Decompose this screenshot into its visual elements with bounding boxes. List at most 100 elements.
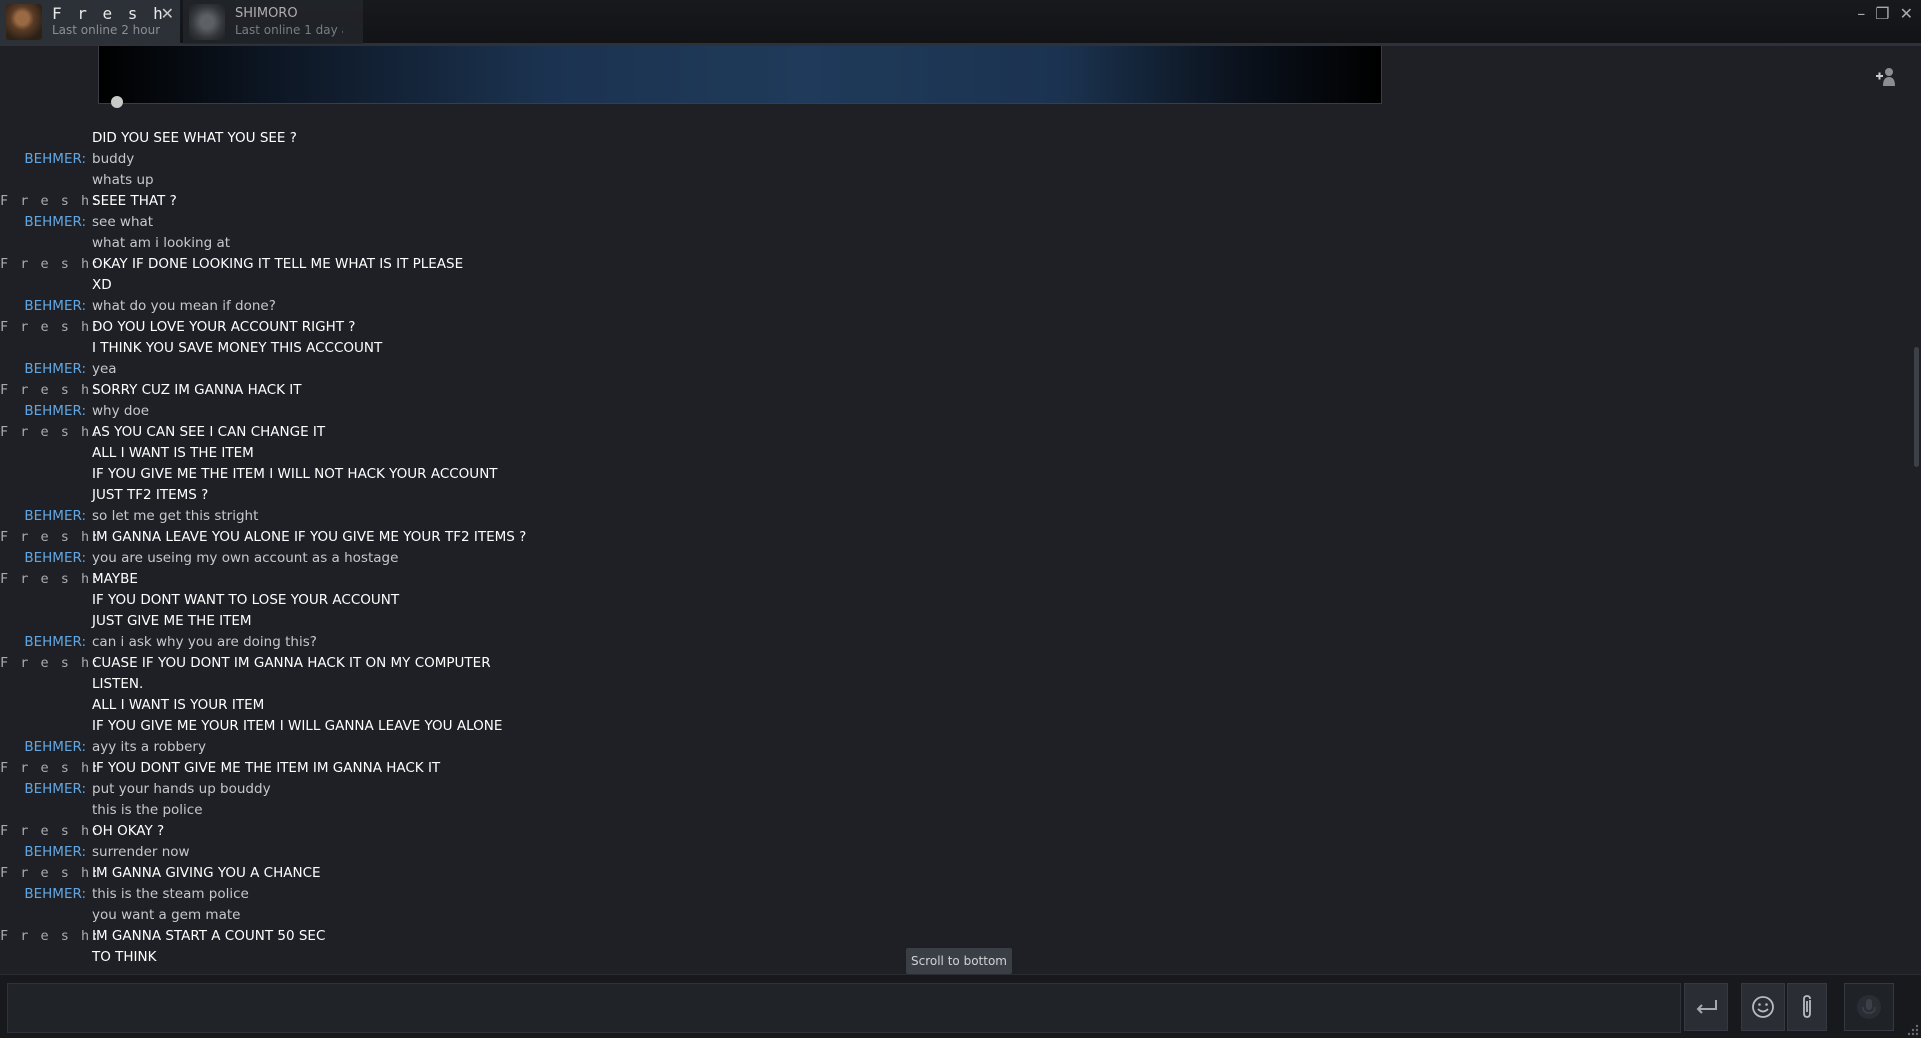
close-tab-icon[interactable]: ✕ <box>161 4 174 23</box>
chat-message: JUST TF2 ITEMS ? <box>0 484 1500 505</box>
voice-chat-button[interactable] <box>1844 983 1894 1031</box>
message-input[interactable] <box>7 983 1681 1033</box>
chat-message: F r e s h: SORRY CUZ IM GANNA HACK IT <box>0 379 1500 400</box>
message-text: DID YOU SEE WHAT YOU SEE ? <box>92 129 297 146</box>
chat-message: whats up <box>0 169 1500 190</box>
message-sender: F r e s h: <box>0 654 102 671</box>
message-sender: BEHMER: <box>24 297 86 314</box>
message-text: SORRY CUZ IM GANNA HACK IT <box>92 381 302 398</box>
chat-message: BEHMER: ayy its a robbery <box>0 736 1500 757</box>
message-text: I THINK YOU SAVE MONEY THIS ACCCOUNT <box>92 339 383 356</box>
message-sender: BEHMER: <box>24 402 86 419</box>
message-sender: BEHMER: <box>24 213 86 230</box>
message-text: surrender now <box>92 843 190 860</box>
restore-icon[interactable]: ❐ <box>1875 4 1889 23</box>
message-sender: F r e s h: <box>0 192 102 209</box>
message-text: you want a gem mate <box>92 906 241 923</box>
message-text: IF YOU GIVE ME THE ITEM I WILL NOT HACK … <box>92 465 498 482</box>
chat-message: IF YOU DONT WANT TO LOSE YOUR ACCOUNT <box>0 589 1500 610</box>
message-text: TO THINK <box>92 948 157 965</box>
message-sender: BEHMER: <box>24 633 86 650</box>
tab-text: SHIMORO Last online 1 day ago <box>235 6 343 38</box>
chat-message: I THINK YOU SAVE MONEY THIS ACCCOUNT <box>0 337 1500 358</box>
message-text: ALL I WANT IS YOUR ITEM <box>92 696 265 713</box>
attach-button[interactable] <box>1787 983 1827 1031</box>
message-sender: BEHMER: <box>24 780 86 797</box>
message-text: this is the steam police <box>92 885 249 902</box>
message-text: see what <box>92 213 154 230</box>
chat-message: BEHMER: so let me get this stright <box>0 505 1500 526</box>
message-text: AS YOU CAN SEE I CAN CHANGE IT <box>92 423 326 440</box>
chat-history[interactable]: DID YOU SEE WHAT YOU SEE ? BEHMER: buddy wh… <box>0 46 1921 974</box>
chat-message: F r e s h: OKAY IF DONE LOOKING IT TELL M… <box>0 253 1500 274</box>
chat-message: TO THINK <box>0 946 1500 967</box>
message-sender: F r e s h: <box>0 864 102 881</box>
chat-message: XD <box>0 274 1500 295</box>
message-text: ALL I WANT IS THE ITEM <box>92 444 254 461</box>
message-text: JUST GIVE ME THE ITEM <box>92 612 252 629</box>
scrollbar[interactable] <box>1914 347 1919 467</box>
tab-name: SHIMORO <box>235 6 298 21</box>
message-sender: BEHMER: <box>24 843 86 860</box>
emoticon-button[interactable] <box>1741 983 1785 1031</box>
microphone-icon <box>1857 995 1881 1019</box>
send-button[interactable] <box>1684 983 1728 1031</box>
chat-message: F r e s h: CUASE IF YOU DONT IM GANNA HAC… <box>0 652 1500 673</box>
message-text: IF YOU DONT GIVE ME THE ITEM IM GANNA HA… <box>92 759 441 776</box>
message-text: OKAY IF DONE LOOKING IT TELL ME WHAT IS … <box>92 255 464 272</box>
resize-grip-icon[interactable] <box>1905 1022 1919 1036</box>
chat-message: F r e s h: IM GANNA GIVING YOU A CHANCE <box>0 862 1500 883</box>
add-friend-icon[interactable] <box>1873 64 1899 90</box>
message-sender: F r e s h: <box>0 570 102 587</box>
message-text: ayy its a robbery <box>92 738 206 755</box>
message-text: DO YOU LOVE YOUR ACCOUNT RIGHT ? <box>92 318 356 335</box>
message-sender: BEHMER: <box>24 150 86 167</box>
scroll-to-bottom-button[interactable]: Scroll to bottom <box>906 948 1012 974</box>
message-text: OH OKAY ? <box>92 822 165 839</box>
chat-tab-fresh[interactable]: F r e s h Last online 2 hours ago ✕ <box>0 0 180 44</box>
message-text: MAYBE <box>92 570 138 587</box>
chat-message: this is the police <box>0 799 1500 820</box>
message-sender: BEHMER: <box>24 549 86 566</box>
close-icon[interactable]: ✕ <box>1900 4 1913 23</box>
chat-message: BEHMER: put your hands up bouddy <box>0 778 1500 799</box>
chat-message: BEHMER: surrender now <box>0 841 1500 862</box>
chat-message: F r e s h: IF YOU DONT GIVE ME THE ITEM I… <box>0 757 1500 778</box>
message-sender: F r e s h: <box>0 927 102 944</box>
enter-arrow-icon <box>1696 1000 1717 1014</box>
avatar <box>6 4 42 40</box>
title-bar: F r e s h Last online 2 hours ago ✕ SHIM… <box>0 0 1921 46</box>
smiley-icon <box>1752 996 1774 1018</box>
chat-message: BEHMER: what do you mean if done? <box>0 295 1500 316</box>
tab-status: Last online 1 day ago <box>235 23 343 37</box>
tab-text: F r e s h Last online 2 hours ago <box>52 6 166 38</box>
chat-message: BEHMER: can i ask why you are doing this? <box>0 631 1500 652</box>
chat-message: ALL I WANT IS YOUR ITEM <box>0 694 1500 715</box>
message-sender: F r e s h: <box>0 255 102 272</box>
chat-message: F r e s h: OH OKAY ? <box>0 820 1500 841</box>
message-text: yea <box>92 360 117 377</box>
message-text: buddy <box>92 150 135 167</box>
chat-message: BEHMER: this is the steam police <box>0 883 1500 904</box>
paperclip-icon <box>1803 995 1811 1018</box>
message-text: IM GANNA GIVING YOU A CHANCE <box>92 864 321 881</box>
message-text: IF YOU GIVE ME YOUR ITEM I WILL GANNA LE… <box>92 717 503 734</box>
message-text: IM GANNA LEAVE YOU ALONE IF YOU GIVE ME … <box>92 528 527 545</box>
message-sender: BEHMER: <box>24 360 86 377</box>
chat-message: F r e s h: DO YOU LOVE YOUR ACCOUNT RIGHT… <box>0 316 1500 337</box>
message-text: JUST TF2 ITEMS ? <box>92 486 209 503</box>
chat-message: F r e s h: IM GANNA LEAVE YOU ALONE IF YO… <box>0 526 1500 547</box>
chat-message: BEHMER: why doe <box>0 400 1500 421</box>
message-text: what am i looking at <box>92 234 231 251</box>
message-text: what do you mean if done? <box>92 297 276 314</box>
chat-message: BEHMER: buddy <box>0 148 1500 169</box>
chat-message: JUST GIVE ME THE ITEM <box>0 610 1500 631</box>
message-text: so let me get this stright <box>92 507 259 524</box>
chat-message: F r e s h: AS YOU CAN SEE I CAN CHANGE IT <box>0 421 1500 442</box>
message-text: SEEE THAT ? <box>92 192 177 209</box>
message-sender: F r e s h: <box>0 423 102 440</box>
shared-image-preview[interactable] <box>98 46 1382 108</box>
chat-tab-shimoro[interactable]: SHIMORO Last online 1 day ago <box>183 0 363 44</box>
message-text: IF YOU DONT WANT TO LOSE YOUR ACCOUNT <box>92 591 400 608</box>
minimize-icon[interactable]: – <box>1857 4 1865 23</box>
